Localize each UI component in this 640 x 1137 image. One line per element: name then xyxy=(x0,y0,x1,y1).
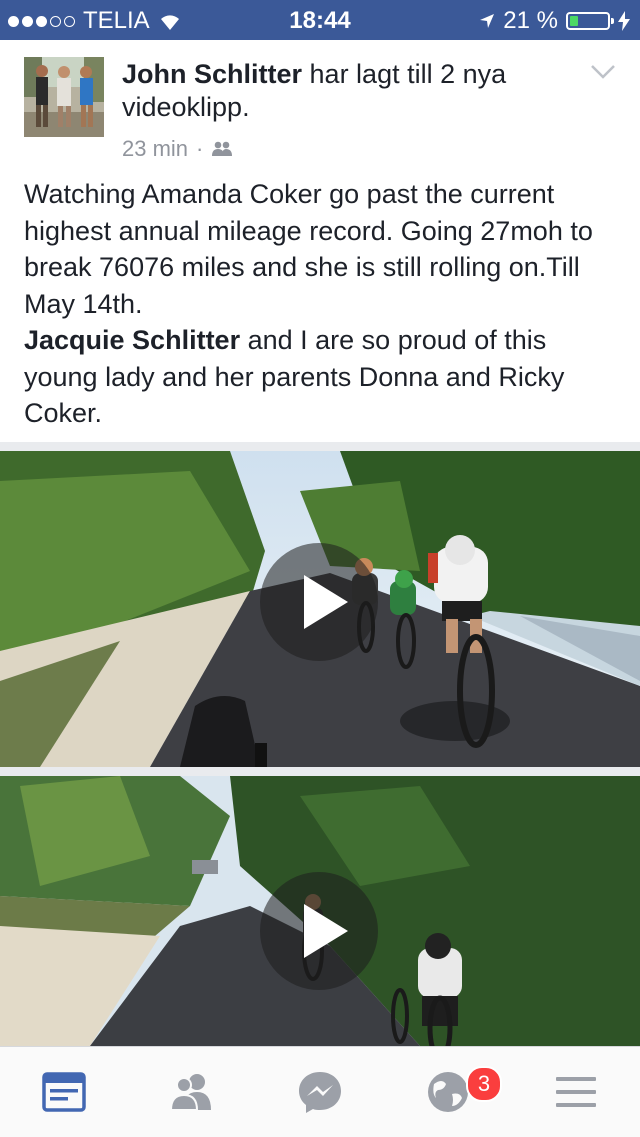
post-header: John Schlitter har lagt till 2 nya video… xyxy=(122,58,572,124)
meta-separator: · xyxy=(196,136,204,161)
divider xyxy=(0,767,640,776)
chevron-down-icon[interactable] xyxy=(590,64,616,80)
battery-percent: 21 % xyxy=(503,7,558,34)
post-text: Watching Amanda Coker go past the curren… xyxy=(24,176,624,432)
messenger-icon[interactable] xyxy=(296,1068,344,1116)
status-right: 21 % xyxy=(479,7,630,35)
post-text-body: Watching Amanda Coker go past the curren… xyxy=(24,179,593,319)
play-icon[interactable] xyxy=(260,872,378,990)
author-avatar[interactable] xyxy=(24,57,104,137)
video-2[interactable] xyxy=(0,776,640,1046)
menu-icon[interactable] xyxy=(552,1068,600,1116)
notifications-badge: 3 xyxy=(466,1066,502,1102)
battery-icon xyxy=(566,12,614,30)
video-1[interactable] xyxy=(0,451,640,767)
friends-audience-icon xyxy=(212,141,233,156)
globe-icon[interactable] xyxy=(424,1068,472,1116)
friends-icon[interactable] xyxy=(168,1068,216,1116)
mention-link[interactable]: Jacquie Schlitter xyxy=(24,325,240,355)
play-icon[interactable] xyxy=(260,543,378,661)
post-time[interactable]: 23 min xyxy=(122,136,188,162)
charging-icon xyxy=(618,11,630,31)
news-feed-icon[interactable] xyxy=(40,1068,88,1116)
location-arrow-icon xyxy=(480,14,495,28)
divider xyxy=(0,442,640,451)
post-meta: 23 min · xyxy=(122,136,233,162)
status-bar: TELIA 18:44 21 % xyxy=(0,0,640,40)
author-name[interactable]: John Schlitter xyxy=(122,59,302,89)
